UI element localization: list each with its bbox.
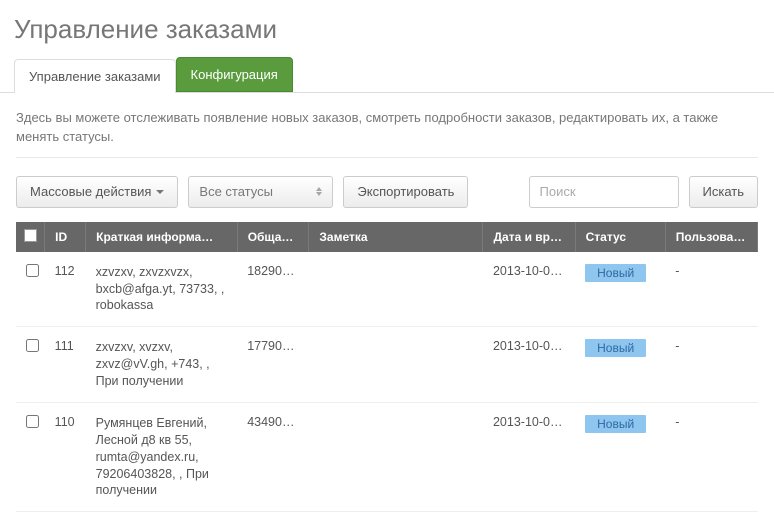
row-checkbox-cell [16, 402, 45, 511]
status-badge[interactable]: Новый [585, 264, 646, 282]
content-area: Здесь вы можете отслеживать появление но… [0, 93, 774, 528]
row-checkbox[interactable] [26, 339, 39, 352]
table-header-row: ID Краткая информа… Обща… Заметка Дата и… [16, 222, 758, 252]
separator [16, 157, 758, 158]
status-filter-select[interactable]: Все статусы [188, 176, 333, 208]
status-badge[interactable]: Новый [585, 339, 646, 357]
col-user[interactable]: Пользовате… [665, 222, 757, 252]
col-info[interactable]: Краткая информа… [86, 222, 238, 252]
cell-info: Румянцев Евгений, Лесной д8 кв 55, rumta… [86, 402, 238, 511]
row-checkbox-cell [16, 252, 45, 327]
cell-total: 17790… [237, 327, 309, 403]
search-button[interactable]: Искать [689, 176, 759, 208]
cell-date: 2013-10-0… [483, 402, 575, 511]
export-button[interactable]: Экспортировать [343, 176, 468, 208]
col-status[interactable]: Статус [575, 222, 665, 252]
cell-note [309, 402, 483, 511]
cell-id: 111 [45, 327, 86, 403]
cell-user: - [665, 327, 757, 403]
col-checkbox[interactable] [16, 222, 45, 252]
updown-icon [316, 187, 322, 196]
cell-id: 112 [45, 252, 86, 327]
cell-status: Новый [575, 327, 665, 403]
cell-user: - [665, 252, 757, 327]
status-badge[interactable]: Новый [585, 415, 646, 433]
cell-note [309, 327, 483, 403]
bulk-actions-button[interactable]: Массовые действия [16, 176, 178, 208]
cell-note [309, 252, 483, 327]
cell-status: Новый [575, 402, 665, 511]
toolbar: Массовые действия Все статусы Экспортиро… [16, 176, 758, 208]
tab-orders[interactable]: Управление заказами [14, 59, 176, 93]
cell-total: 43490… [237, 402, 309, 511]
cell-id: 110 [45, 402, 86, 511]
col-id[interactable]: ID [45, 222, 86, 252]
cell-date: 2013-10-0… [483, 327, 575, 403]
page-title: Управление заказами [0, 0, 774, 49]
col-total[interactable]: Обща… [237, 222, 309, 252]
orders-table: ID Краткая информа… Обща… Заметка Дата и… [16, 222, 758, 513]
table-row[interactable]: 112xzvzxv, zxvzxvzx, bxcb@afga.yt, 73733… [16, 252, 758, 327]
select-all-checkbox[interactable] [24, 229, 37, 242]
tab-bar: Управление заказами Конфигурация [0, 57, 774, 93]
cell-total: 18290… [237, 252, 309, 327]
table-row[interactable]: 111zxvzxv, xvzxv, zxvz@vV.gh, +743, , Пр… [16, 327, 758, 403]
status-filter-label: Все статусы [199, 184, 273, 199]
cell-date: 2013-10-0… [483, 252, 575, 327]
row-checkbox-cell [16, 327, 45, 403]
cell-info: xzvzxv, zxvzxvzx, bxcb@afga.yt, 73733, ,… [86, 252, 238, 327]
intro-text: Здесь вы можете отслеживать появление но… [16, 109, 758, 147]
col-note[interactable]: Заметка [309, 222, 483, 252]
col-date[interactable]: Дата и вр… [483, 222, 575, 252]
cell-status: Новый [575, 252, 665, 327]
row-checkbox[interactable] [26, 415, 39, 428]
cell-info: zxvzxv, xvzxv, zxvz@vV.gh, +743, , При п… [86, 327, 238, 403]
table-row[interactable]: 110Румянцев Евгений, Лесной д8 кв 55, ru… [16, 402, 758, 511]
search-input[interactable] [529, 176, 679, 208]
tab-config[interactable]: Конфигурация [176, 57, 293, 92]
row-checkbox[interactable] [26, 264, 39, 277]
cell-user: - [665, 402, 757, 511]
